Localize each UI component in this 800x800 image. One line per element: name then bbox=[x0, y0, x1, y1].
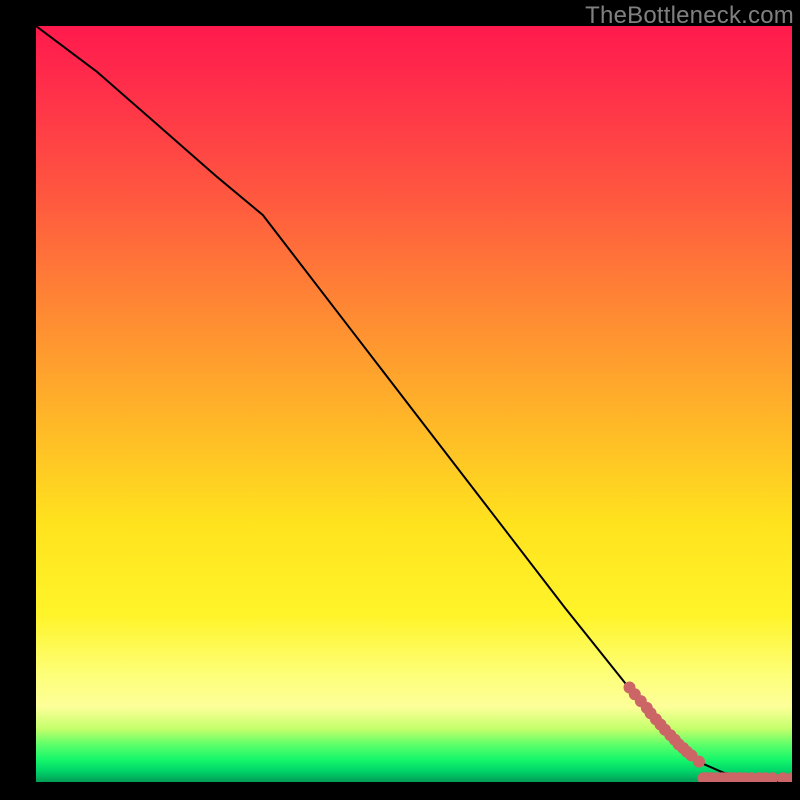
chart-container: TheBottleneck.com bbox=[0, 0, 800, 800]
data-point bbox=[693, 756, 705, 768]
data-point bbox=[786, 772, 792, 782]
data-curve bbox=[36, 26, 792, 782]
plot-area bbox=[36, 26, 792, 782]
chart-overlay bbox=[36, 26, 792, 782]
watermark-text: TheBottleneck.com bbox=[585, 2, 794, 30]
